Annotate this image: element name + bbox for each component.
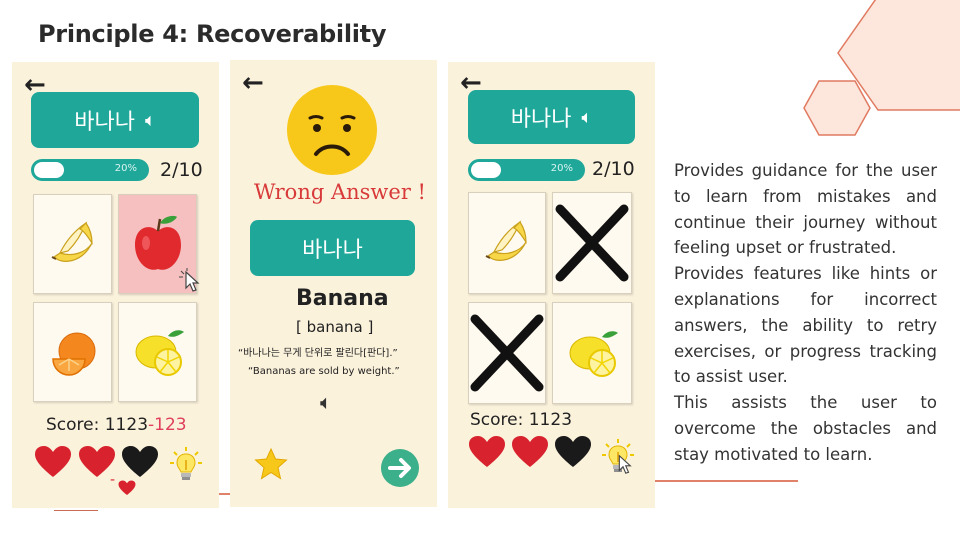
phonetic-transcription: [ banana ] xyxy=(296,318,374,336)
example-sentence-korean: “바나나는 무게 단위로 팔린다[판다].” xyxy=(238,348,398,359)
orange-icon xyxy=(51,332,95,376)
answer-card-banana[interactable] xyxy=(468,192,546,294)
decorative-line xyxy=(54,510,98,511)
back-arrow-icon[interactable]: ← xyxy=(242,70,264,96)
answer-card-lemon[interactable] xyxy=(118,302,197,402)
question-counter: 2/10 xyxy=(592,158,635,180)
sad-face-icon xyxy=(287,85,377,175)
banana-icon xyxy=(51,221,93,262)
heart-life-icon xyxy=(35,446,71,477)
word-label: 바나나 xyxy=(302,238,363,263)
next-arrow-button[interactable] xyxy=(380,448,420,488)
description-paragraph: Provides guidance for the user to learn … xyxy=(674,161,937,258)
speaker-icon: 🔈︎ xyxy=(581,106,593,128)
eliminated-card xyxy=(468,302,546,404)
wrong-answer-title: Wrong Answer ! xyxy=(254,180,426,204)
eliminated-card xyxy=(552,192,632,294)
speaker-icon[interactable]: 🔈︎ xyxy=(320,390,332,414)
wrong-answer-feedback-screen: ← Wrong Answer ! 바나나 Banana [ banana ] “… xyxy=(230,60,437,507)
heart-life-icon xyxy=(469,436,505,467)
question-counter: 2/10 xyxy=(160,159,203,181)
progress-bar: 20% xyxy=(468,159,585,181)
word-label: 바나나 xyxy=(74,110,135,135)
x-mark-icon xyxy=(470,314,544,392)
life-lost-minus: - xyxy=(110,472,116,488)
english-translation: Banana xyxy=(296,286,389,311)
score-display: Score: 1123-123 xyxy=(46,415,187,435)
heart-lost-icon xyxy=(122,446,158,477)
lemon-icon xyxy=(135,330,184,376)
answer-card-orange[interactable] xyxy=(33,302,112,402)
pointer-cursor-icon xyxy=(618,454,632,474)
progress-percent: 20% xyxy=(114,163,137,174)
apple-icon xyxy=(134,215,181,270)
score-display: Score: 1123 xyxy=(470,410,573,430)
x-mark-icon xyxy=(555,204,629,282)
slide-title: Principle 4: Recoverability xyxy=(38,20,387,48)
description-paragraph: This assists the user to overcome the ob… xyxy=(674,393,937,464)
star-favorite-icon[interactable] xyxy=(254,448,288,480)
hint-lightbulb-icon[interactable] xyxy=(170,446,202,482)
example-sentence-english: “Bananas are sold by weight.” xyxy=(248,366,400,377)
quiz-screen-hint-applied: ← 바나나 🔈︎ 20% 2/10 Score: 1123 xyxy=(448,62,655,508)
progress-fill xyxy=(471,162,501,178)
score-penalty: -123 xyxy=(148,415,187,435)
description-paragraph: Provides features like hints or explanat… xyxy=(674,264,937,387)
pointer-cursor-icon xyxy=(179,268,200,292)
heart-life-icon xyxy=(512,436,548,467)
correct-word-button[interactable]: 바나나 xyxy=(250,220,415,276)
lemon-icon xyxy=(569,331,618,377)
banana-icon xyxy=(485,220,527,261)
word-audio-button[interactable]: 바나나 🔈︎ xyxy=(468,90,635,144)
progress-bar: 20% xyxy=(31,159,149,181)
quiz-screen-wrong-selection: ← 바나나 🔈︎ 20% 2/10 Score: 1123-123 - xyxy=(12,62,219,508)
answer-card-lemon[interactable] xyxy=(552,302,632,404)
answer-card-banana[interactable] xyxy=(33,194,112,294)
small-heart-icon xyxy=(118,480,136,496)
decorative-hexagon-small xyxy=(803,80,871,136)
progress-percent: 20% xyxy=(550,163,573,174)
decorative-line xyxy=(652,480,798,482)
word-audio-button[interactable]: 바나나 🔈︎ xyxy=(31,92,199,148)
score-value: Score: 1123 xyxy=(46,415,149,435)
speaker-icon: 🔈︎ xyxy=(144,109,156,131)
principle-description: Provides guidance for the user to learn … xyxy=(674,158,937,468)
word-label: 바나나 xyxy=(510,107,572,132)
progress-fill xyxy=(34,162,64,178)
heart-lost-icon xyxy=(555,436,591,467)
